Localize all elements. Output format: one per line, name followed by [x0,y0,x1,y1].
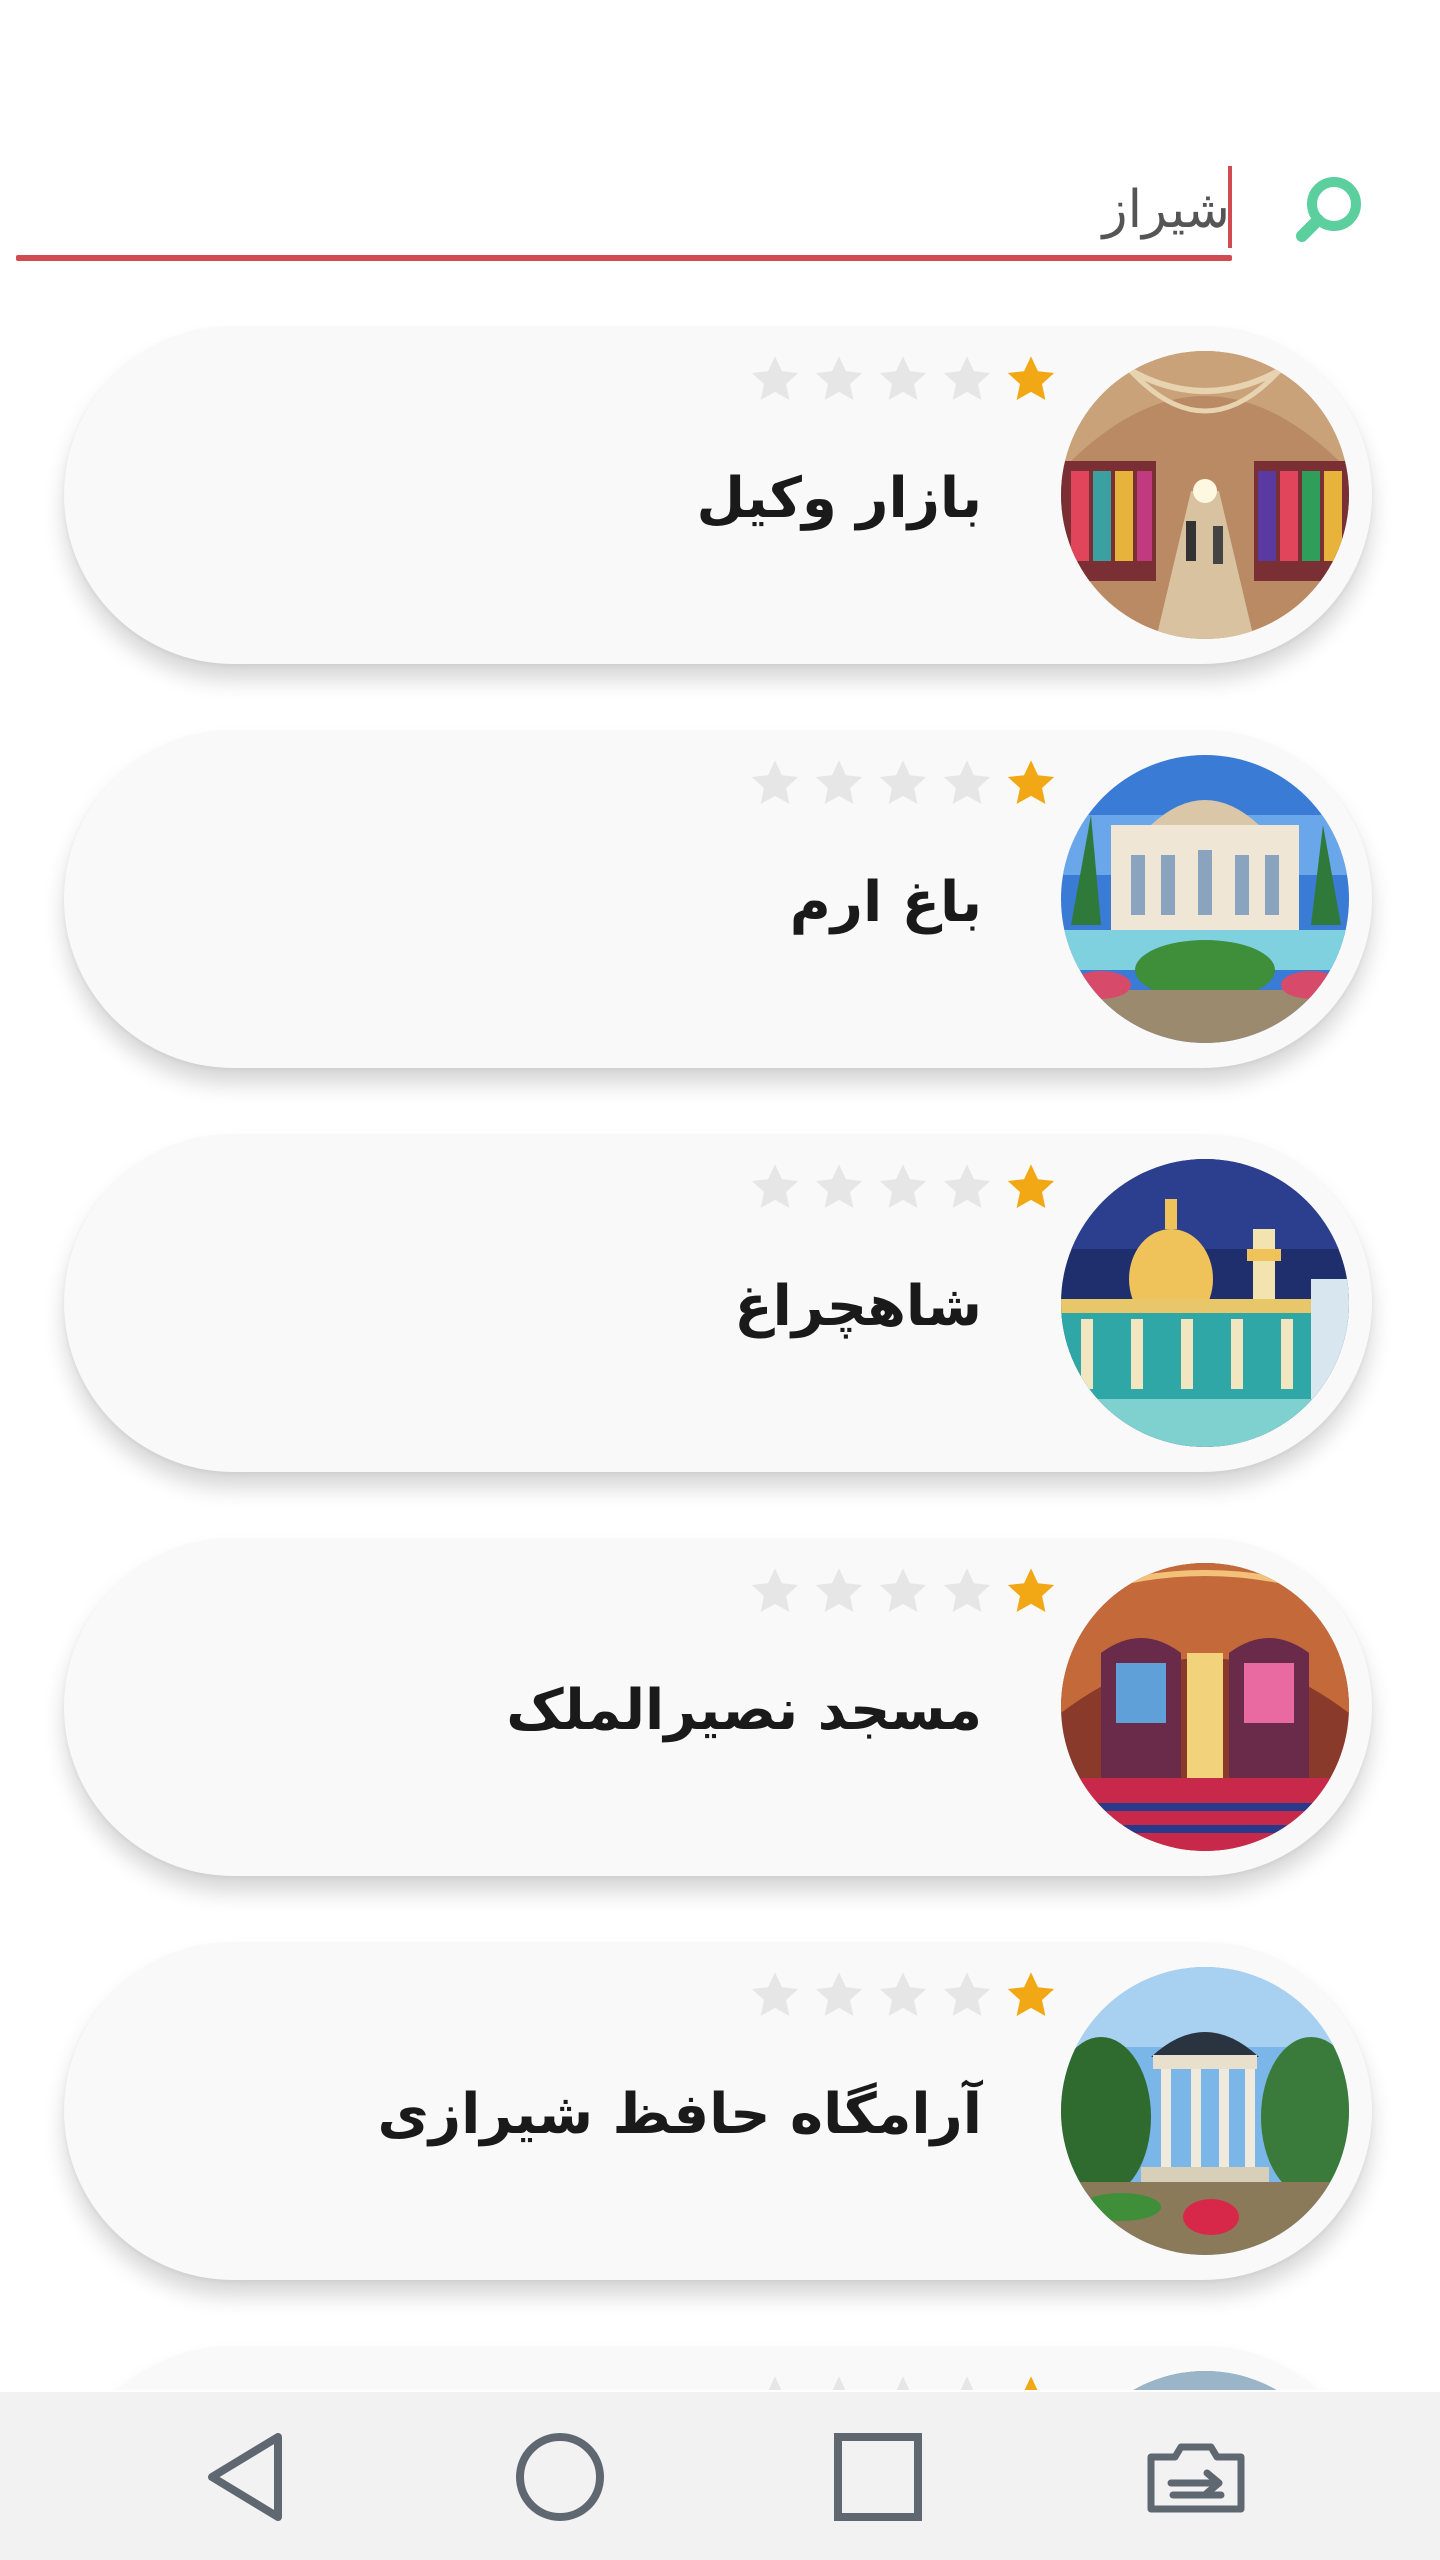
star-empty-icon [879,760,927,805]
garden-photo [1061,755,1349,1043]
places-list[interactable]: بازار وکیل باغ ارم شاهچراغ مسجد نصیرالمل… [0,326,1440,2390]
place-title: آرامگاه حافظ شیرازی [377,2082,983,2147]
star-empty-icon [815,1972,863,2017]
star-empty-icon [751,760,799,805]
star-empty-icon [943,760,991,805]
rating-stars [678,754,1058,814]
star-empty-icon [832,2376,846,2390]
rating-stars [678,2370,1058,2390]
place-card[interactable]: مسجد نصیرالملک [64,1538,1372,1876]
recents-square-icon[interactable] [818,2422,938,2532]
text-cursor [1228,166,1232,248]
star-empty-icon [751,1164,799,1209]
star-empty-icon [943,1972,991,2017]
back-triangle-icon[interactable] [185,2422,305,2532]
star-empty-icon [751,1568,799,1613]
star-empty-icon [815,1568,863,1613]
search-input[interactable] [16,160,1238,260]
star-empty-icon [751,356,799,401]
star-filled-icon [1007,1972,1055,2017]
star-empty-icon [768,2376,782,2390]
search-underline [16,255,1232,261]
star-empty-icon [879,1972,927,2017]
mosque-photo [1061,1563,1349,1851]
star-filled-icon [1024,2376,1038,2390]
star-empty-icon [879,1568,927,1613]
place-card[interactable]: شاهچراغ [64,1134,1372,1472]
star-empty-icon [896,2376,910,2390]
screen-switch-icon[interactable] [1136,2422,1256,2532]
rating-stars [678,1158,1058,1218]
star-empty-icon [751,1972,799,2017]
place-title: مسجد نصیرالملک [506,1678,982,1743]
star-empty-icon [960,2376,974,2390]
search-bar [0,0,1440,300]
star-empty-icon [815,1164,863,1209]
star-empty-icon [943,1568,991,1613]
place-card[interactable]: باغ ارم [64,730,1372,1068]
tomb-photo [1061,1967,1349,2255]
star-filled-icon [1007,356,1055,401]
star-empty-icon [815,356,863,401]
bazaar-photo [1061,351,1349,639]
rating-stars [678,350,1058,410]
shrine-photo [1061,1159,1349,1447]
star-filled-icon [1007,760,1055,805]
partial-photo [1061,2371,1349,2390]
star-empty-icon [815,760,863,805]
place-title: بازار وکیل [696,466,982,531]
star-empty-icon [879,1164,927,1209]
place-card[interactable]: آرامگاه حافظ شیرازی [64,1942,1372,2280]
star-filled-icon [1007,1164,1055,1209]
star-empty-icon [943,356,991,401]
place-card[interactable] [64,2346,1372,2390]
star-filled-icon [1007,1568,1055,1613]
rating-stars [678,1562,1058,1622]
rating-stars [678,1966,1058,2026]
search-icon[interactable] [1290,170,1370,250]
place-card[interactable]: بازار وکیل [64,326,1372,664]
star-empty-icon [943,1164,991,1209]
place-title: باغ ارم [789,870,982,935]
navigation-bar [0,2392,1440,2560]
place-title: شاهچراغ [734,1274,982,1339]
star-empty-icon [879,356,927,401]
home-circle-icon[interactable] [500,2422,620,2532]
